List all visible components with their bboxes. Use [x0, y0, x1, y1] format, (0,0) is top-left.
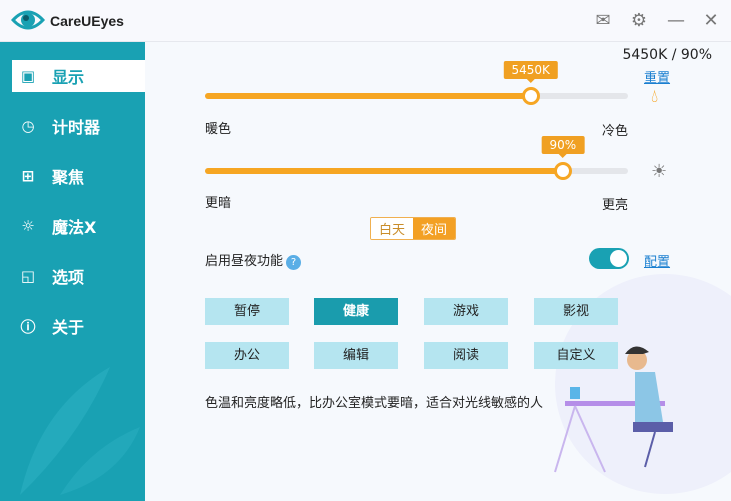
mode-button-health[interactable]: 健康	[314, 298, 398, 325]
drop-icon: 💧︎	[651, 86, 659, 107]
display-panel: 5450K / 90% 重置 💧︎ 5450K 暖色 冷色 90% ☀ 更暗 更…	[145, 42, 731, 501]
sidebar: ▣ 显示 ◷ 计时器 ⊞ 聚焦 ☼ 魔法X ◱ 选项 ⓘ 关于	[0, 42, 145, 501]
monitor-icon: ▣	[20, 67, 36, 85]
sidebar-item-label: 关于	[52, 318, 85, 337]
temperature-fill	[205, 93, 531, 99]
reset-link[interactable]: 重置	[644, 67, 670, 86]
cool-label: 冷色	[602, 124, 629, 139]
day-tab[interactable]: 白天	[371, 218, 414, 239]
info-icon: ⓘ	[20, 317, 36, 336]
brightness-slider[interactable]: 90%	[205, 136, 628, 180]
warm-label: 暖色	[205, 122, 232, 137]
mode-button-movie[interactable]: 影视	[534, 298, 618, 325]
night-tab[interactable]: 夜间	[413, 218, 456, 239]
darker-label: 更暗	[205, 196, 232, 211]
options-icon: ◱	[20, 267, 36, 285]
sun-icon: ☼	[21, 217, 35, 235]
mode-button-custom[interactable]: 自定义	[534, 342, 618, 369]
title-bar: CareUEyes ✉ ⚙ — ✕	[0, 0, 731, 42]
mode-button-pause[interactable]: 暂停	[205, 298, 289, 325]
sidebar-item-timer[interactable]: ◷ 计时器	[12, 110, 145, 142]
sidebar-item-label: 选项	[52, 268, 85, 287]
brightness-tooltip: 90%	[541, 136, 585, 158]
temperature-slider[interactable]: 5450K	[205, 61, 628, 105]
gear-icon[interactable]: ⚙	[628, 10, 650, 32]
brightness-fill	[205, 168, 563, 174]
toggle-knob	[610, 250, 627, 267]
mail-icon[interactable]: ✉	[592, 10, 614, 32]
sidebar-item-label: 显示	[52, 68, 85, 87]
close-icon[interactable]: ✕	[700, 10, 722, 32]
sidebar-item-display[interactable]: ▣ 显示	[12, 60, 145, 92]
temperature-thumb[interactable]	[521, 87, 540, 105]
brightness-icon: ☀	[651, 161, 668, 182]
app-title: CareUEyes	[50, 13, 124, 29]
mode-description: 色温和亮度略低，比办公室模式要暗，适合对光线敏感的人	[205, 396, 544, 411]
daynight-toggle[interactable]	[589, 248, 629, 269]
mode-button-edit[interactable]: 编辑	[314, 342, 398, 369]
sidebar-item-focus[interactable]: ⊞ 聚焦	[12, 160, 145, 192]
config-link[interactable]: 配置	[644, 251, 670, 270]
sidebar-item-magic[interactable]: ☼ 魔法X	[12, 210, 145, 242]
day-night-switch: 白天 夜间	[370, 217, 457, 240]
sidebar-item-about[interactable]: ⓘ 关于	[12, 310, 145, 342]
enable-daynight-label: 启用昼夜功能?	[205, 250, 302, 270]
eye-logo-icon	[11, 10, 45, 30]
status-readout: 5450K / 90%	[622, 47, 712, 63]
leaf-decoration	[20, 367, 140, 495]
enable-daynight-text: 启用昼夜功能	[205, 254, 284, 269]
brighter-label: 更亮	[602, 198, 629, 213]
sidebar-item-label: 魔法X	[52, 218, 97, 237]
sidebar-item-options[interactable]: ◱ 选项	[12, 260, 145, 292]
brightness-thumb[interactable]	[553, 162, 572, 180]
temperature-tooltip: 5450K	[503, 61, 558, 83]
help-icon[interactable]: ?	[286, 255, 302, 270]
clock-icon: ◷	[21, 117, 35, 135]
sidebar-item-label: 聚焦	[52, 168, 85, 187]
minimize-icon[interactable]: —	[665, 10, 687, 32]
sidebar-item-label: 计时器	[52, 118, 101, 137]
mode-button-read[interactable]: 阅读	[424, 342, 508, 369]
mode-button-game[interactable]: 游戏	[424, 298, 508, 325]
windows-icon: ⊞	[21, 167, 35, 185]
mode-button-office[interactable]: 办公	[205, 342, 289, 369]
